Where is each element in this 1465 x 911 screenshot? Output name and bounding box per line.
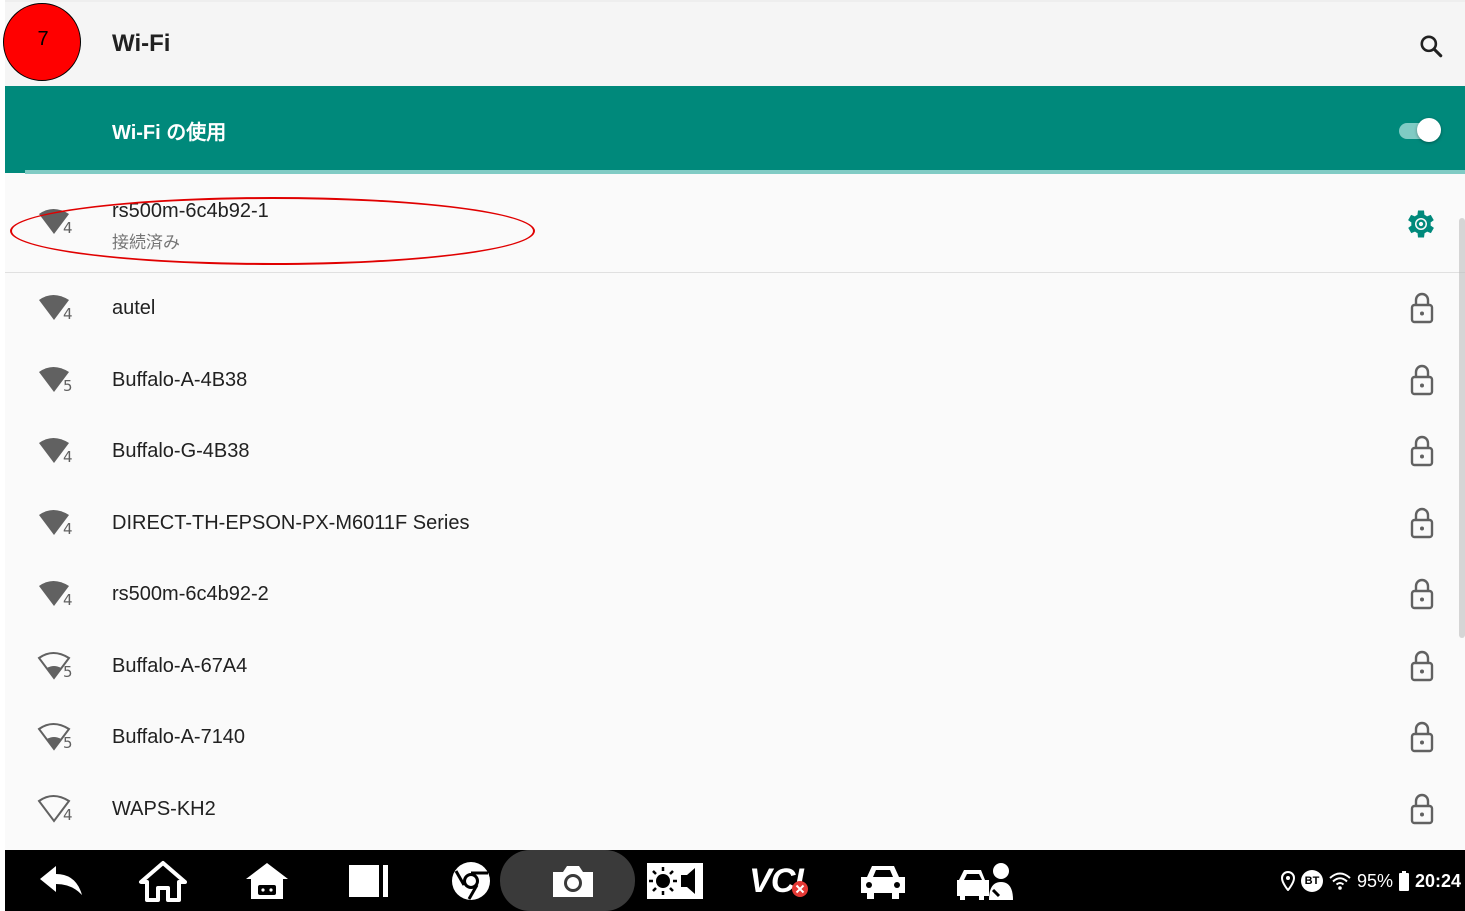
master-divider xyxy=(25,170,1465,174)
network-ssid: rs500m-6c4b92-2 xyxy=(112,583,269,605)
bt-badge: BT xyxy=(1301,870,1323,892)
search-icon xyxy=(1420,35,1443,58)
status-area: BT 95% 20:24 xyxy=(1281,866,1461,896)
clock: 20:24 xyxy=(1415,870,1462,891)
network-item[interactable]: 4 Buffalo-G-4B38 xyxy=(5,416,1465,488)
svg-text:4: 4 xyxy=(63,806,73,824)
car-button[interactable] xyxy=(853,856,913,906)
network-item[interactable]: 4 rs500m-6c4b92-2 xyxy=(5,559,1465,631)
wifi-full-icon: 4 xyxy=(39,581,73,609)
app-bar: Wi-Fi xyxy=(5,0,1465,86)
network-item[interactable]: 4 DIRECT-TH-EPSON-PX-M6011F Series xyxy=(5,488,1465,560)
network-item[interactable]: 5 Buffalo-A-4B38 xyxy=(5,345,1465,417)
svg-text:4: 4 xyxy=(63,591,73,609)
network-ssid: autel xyxy=(112,297,156,319)
chrome-icon xyxy=(452,862,490,900)
wifi-master-switch-bar[interactable]: Wi-Fi の使用 xyxy=(5,86,1465,173)
vci-error-icon xyxy=(791,881,808,897)
wifi-toggle[interactable] xyxy=(1395,116,1443,144)
lock-icon xyxy=(1410,364,1434,396)
network-item[interactable]: 5 Buffalo-A-7140 xyxy=(5,702,1465,774)
wifi-master-label: Wi-Fi の使用 xyxy=(112,122,227,144)
back-button[interactable] xyxy=(33,856,89,906)
recents-button[interactable] xyxy=(341,856,397,906)
toggle-thumb xyxy=(1417,118,1441,142)
svg-text:5: 5 xyxy=(63,663,73,681)
lock-icon xyxy=(1410,292,1434,324)
back-icon xyxy=(40,866,82,895)
wifi-full-icon: 4 xyxy=(39,510,73,538)
battery-icon xyxy=(1399,871,1410,891)
network-ssid: Buffalo-A-67A4 xyxy=(112,655,248,677)
svg-text:4: 4 xyxy=(63,520,73,538)
wifi-full-icon: 4 xyxy=(39,295,73,323)
lock-icon xyxy=(1410,650,1434,682)
lock-icon xyxy=(1410,793,1434,825)
highlight-ellipse xyxy=(10,197,535,265)
brightness-button[interactable] xyxy=(643,856,707,906)
network-ssid: Buffalo-A-4B38 xyxy=(112,369,248,391)
camera-icon xyxy=(553,866,593,897)
lock-icon xyxy=(1410,578,1434,610)
lock-icon xyxy=(1410,507,1434,539)
home-icon xyxy=(139,861,187,902)
car-service-button[interactable] xyxy=(953,856,1017,906)
network-item[interactable]: 5 Buffalo-A-67A4 xyxy=(5,631,1465,703)
wifi-status-icon xyxy=(1329,872,1351,890)
network-ssid: DIRECT-TH-EPSON-PX-M6011F Series xyxy=(112,512,470,534)
battery-percent: 95% xyxy=(1357,870,1394,891)
network-ssid: WAPS-KH2 xyxy=(112,798,216,820)
svg-text:5: 5 xyxy=(63,377,73,395)
location-icon xyxy=(1281,871,1295,891)
android-home-icon xyxy=(246,863,288,899)
recents-icon xyxy=(349,865,388,897)
network-item[interactable]: 4 autel xyxy=(5,273,1465,345)
home-button[interactable] xyxy=(135,856,191,906)
svg-text:4: 4 xyxy=(63,305,73,323)
scrollbar[interactable] xyxy=(1459,218,1465,638)
step-number: 7 xyxy=(37,28,49,50)
android-home-button[interactable] xyxy=(239,856,295,906)
step-badge: 7 xyxy=(3,3,81,81)
network-ssid: Buffalo-G-4B38 xyxy=(112,440,250,462)
lock-icon xyxy=(1410,721,1434,753)
network-ssid: Buffalo-A-7140 xyxy=(112,726,246,748)
camera-button[interactable] xyxy=(543,856,603,906)
wifi-full-icon: 5 xyxy=(39,367,73,395)
svg-text:5: 5 xyxy=(63,734,73,752)
lock-icon xyxy=(1410,435,1434,467)
brightness-icon xyxy=(647,863,703,899)
wifi-low-icon: 5 xyxy=(37,652,73,681)
search-button[interactable] xyxy=(1413,28,1449,64)
car-icon xyxy=(861,866,905,899)
wifi-settings-screen: Wi-Fi Wi-Fi の使用 4 rs500m-6c4b92-1 接続済み 4… xyxy=(5,0,1465,911)
gear-icon[interactable] xyxy=(1403,206,1439,242)
network-item[interactable]: 4 WAPS-KH2 xyxy=(5,774,1465,846)
wifi-low-icon: 5 xyxy=(37,723,73,752)
vci-button[interactable]: VCI xyxy=(739,856,819,906)
bottom-nav-bar: VCI BT 95% 20:24 xyxy=(5,850,1465,911)
page-title: Wi-Fi xyxy=(112,30,171,57)
wifi-full-icon: 4 xyxy=(39,438,73,466)
car-service-icon xyxy=(957,863,1013,900)
svg-text:4: 4 xyxy=(63,448,73,466)
wifi-none-icon: 4 xyxy=(37,795,73,824)
chrome-button[interactable] xyxy=(443,856,499,906)
